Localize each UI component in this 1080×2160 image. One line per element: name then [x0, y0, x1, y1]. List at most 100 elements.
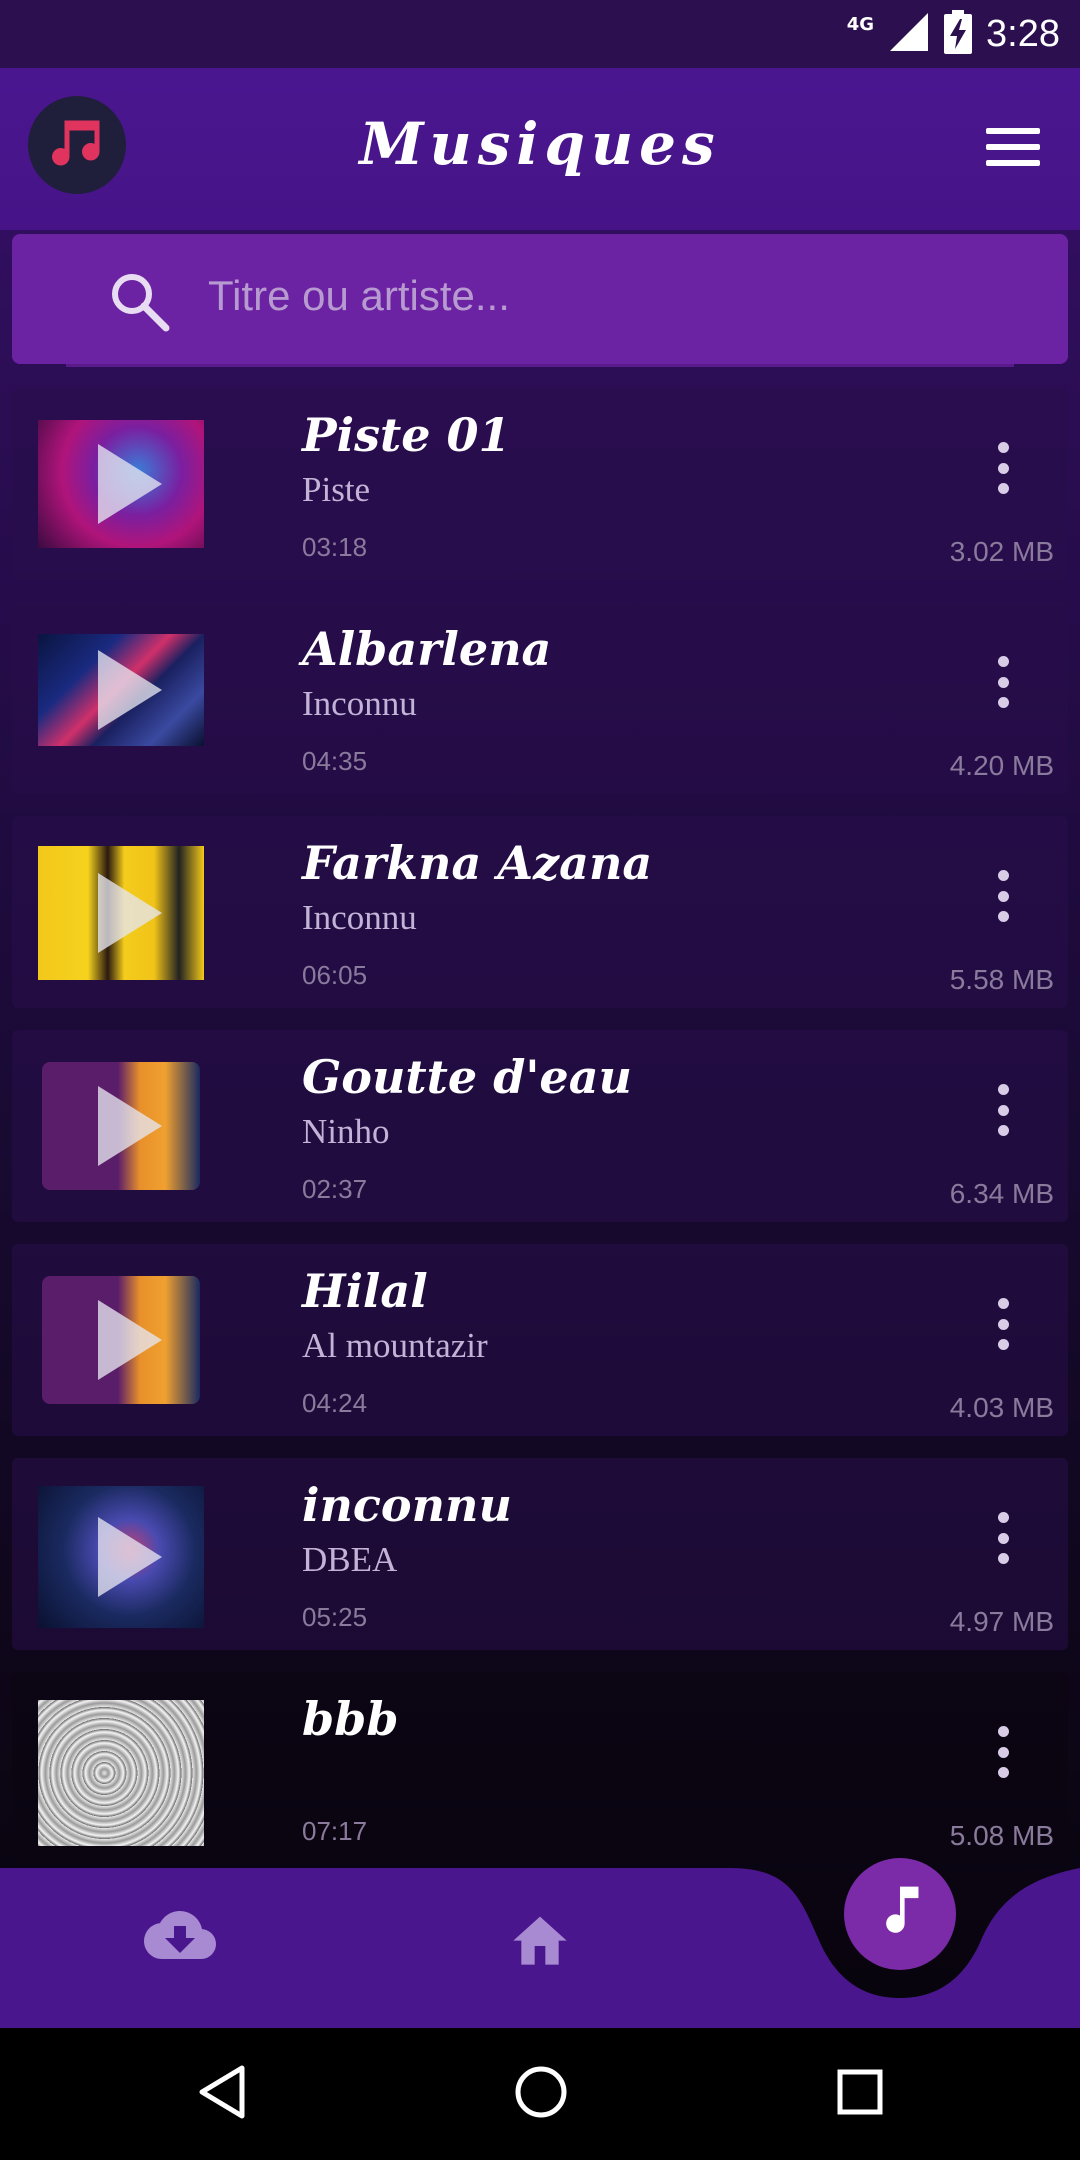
song-duration: 02:37 [302, 1174, 368, 1204]
song-thumbnail[interactable] [38, 846, 204, 980]
home-icon [508, 1916, 572, 1972]
download-nav-button[interactable] [144, 1910, 216, 1970]
more-vert-icon-dot [997, 1104, 1009, 1116]
song-title: Goutte d'eau [302, 1050, 632, 1104]
song-duration: 05:25 [302, 1602, 368, 1632]
app-header: Musiques [0, 68, 1080, 230]
more-vert-icon-dot [997, 1746, 1009, 1758]
more-vert-icon-dot [997, 697, 1009, 708]
back-button[interactable] [196, 2064, 248, 2124]
song-item[interactable]: bbb 07:17 5.08 MB [12, 1672, 1068, 1864]
battery-charging-icon [944, 10, 973, 58]
search-input[interactable] [208, 264, 1008, 328]
menu-icon [986, 128, 1040, 134]
more-vert-icon [997, 1084, 1009, 1095]
song-thumbnail[interactable] [38, 1276, 204, 1404]
search-icon [108, 270, 172, 338]
song-thumbnail[interactable] [38, 1700, 204, 1846]
system-navigation-bar [0, 2028, 1080, 2160]
song-title: Albarlena [302, 622, 552, 676]
song-size: 4.03 MB [949, 1392, 1054, 1423]
menu-button[interactable] [986, 128, 1040, 166]
song-title: bbb [302, 1692, 399, 1746]
song-thumbnail[interactable] [38, 1486, 204, 1628]
song-artist: Inconnu [302, 684, 417, 723]
more-options-button[interactable] [996, 1512, 1010, 1564]
home-nav-button[interactable] [508, 1908, 572, 1972]
more-options-button[interactable] [996, 870, 1010, 922]
more-vert-icon-dot [997, 676, 1009, 688]
song-item[interactable]: inconnu DBEA 05:25 4.97 MB [12, 1458, 1068, 1650]
more-vert-icon-dot [997, 1125, 1009, 1136]
song-duration: 04:24 [302, 1388, 368, 1418]
song-title: Hilal [302, 1264, 428, 1318]
more-vert-icon [997, 870, 1009, 881]
play-icon [98, 1300, 162, 1380]
song-size: 4.20 MB [949, 750, 1054, 781]
more-vert-icon [997, 1726, 1009, 1737]
song-title: inconnu [302, 1478, 512, 1532]
more-vert-icon-dot [997, 911, 1009, 922]
song-size: 4.97 MB [949, 1606, 1054, 1637]
song-duration: 04:35 [302, 746, 368, 776]
song-artist: Piste [302, 470, 371, 509]
song-title: Farkna Azana [302, 836, 653, 890]
song-item[interactable]: Goutte d'eau Ninho 02:37 6.34 MB [12, 1030, 1068, 1222]
menu-icon-bar [986, 144, 1040, 150]
more-options-button[interactable] [996, 1084, 1010, 1136]
more-vert-icon [997, 1298, 1009, 1309]
more-vert-icon-dot [997, 462, 1009, 474]
song-duration: 07:17 [302, 1816, 368, 1846]
music-note-icon [872, 1882, 928, 1946]
more-vert-icon-dot [997, 1553, 1009, 1564]
music-nav-button[interactable] [844, 1858, 956, 1970]
menu-icon-bar [986, 160, 1040, 166]
album-art [38, 1700, 204, 1846]
song-thumbnail[interactable] [38, 634, 204, 746]
recents-square-icon [836, 2069, 884, 2124]
song-duration: 06:05 [302, 960, 368, 990]
page-title: Musiques [359, 110, 721, 178]
song-thumbnail[interactable] [38, 420, 204, 548]
song-item[interactable]: Albarlena Inconnu 04:35 4.20 MB [12, 602, 1068, 794]
more-vert-icon [997, 656, 1009, 667]
status-bar: 4G 3:28 [0, 0, 1080, 68]
play-icon [98, 873, 162, 953]
song-item[interactable]: Hilal Al mountazir 04:24 4.03 MB [12, 1244, 1068, 1436]
play-icon [98, 1517, 162, 1597]
search-underline [66, 364, 1014, 367]
home-system-button[interactable] [514, 2064, 568, 2124]
clock: 3:28 [986, 12, 1060, 55]
more-vert-icon-dot [997, 1767, 1009, 1778]
play-icon [98, 1086, 162, 1166]
song-thumbnail[interactable] [38, 1062, 204, 1190]
more-vert-icon-dot [997, 890, 1009, 902]
song-title: Piste 01 [302, 408, 511, 462]
song-size: 3.02 MB [949, 536, 1054, 567]
search-bar [12, 234, 1068, 364]
cloud-download-icon [144, 1911, 216, 1970]
song-duration: 03:18 [302, 532, 368, 562]
song-item[interactable]: Piste 01 Piste 03:18 3.02 MB [12, 388, 1068, 580]
more-vert-icon-dot [997, 1532, 1009, 1544]
more-vert-icon [997, 1512, 1009, 1523]
more-vert-icon [997, 442, 1009, 453]
more-vert-icon-dot [997, 483, 1009, 494]
network-type: 4G [846, 13, 875, 35]
more-options-button[interactable] [996, 656, 1010, 708]
more-options-button[interactable] [996, 1726, 1010, 1778]
song-item[interactable]: Farkna Azana Inconnu 06:05 5.58 MB [12, 816, 1068, 1008]
play-icon [98, 444, 162, 524]
recents-button[interactable] [836, 2064, 884, 2124]
signal-icon [888, 11, 930, 57]
more-vert-icon-dot [997, 1339, 1009, 1350]
home-circle-icon [514, 2066, 568, 2124]
song-artist: DBEA [302, 1540, 398, 1579]
song-size: 5.58 MB [949, 964, 1054, 995]
play-icon [98, 650, 162, 730]
song-artist: Al mountazir [302, 1326, 488, 1365]
more-options-button[interactable] [996, 1298, 1010, 1350]
song-artist: Inconnu [302, 898, 417, 937]
song-size: 5.08 MB [949, 1820, 1054, 1851]
more-options-button[interactable] [996, 442, 1010, 494]
